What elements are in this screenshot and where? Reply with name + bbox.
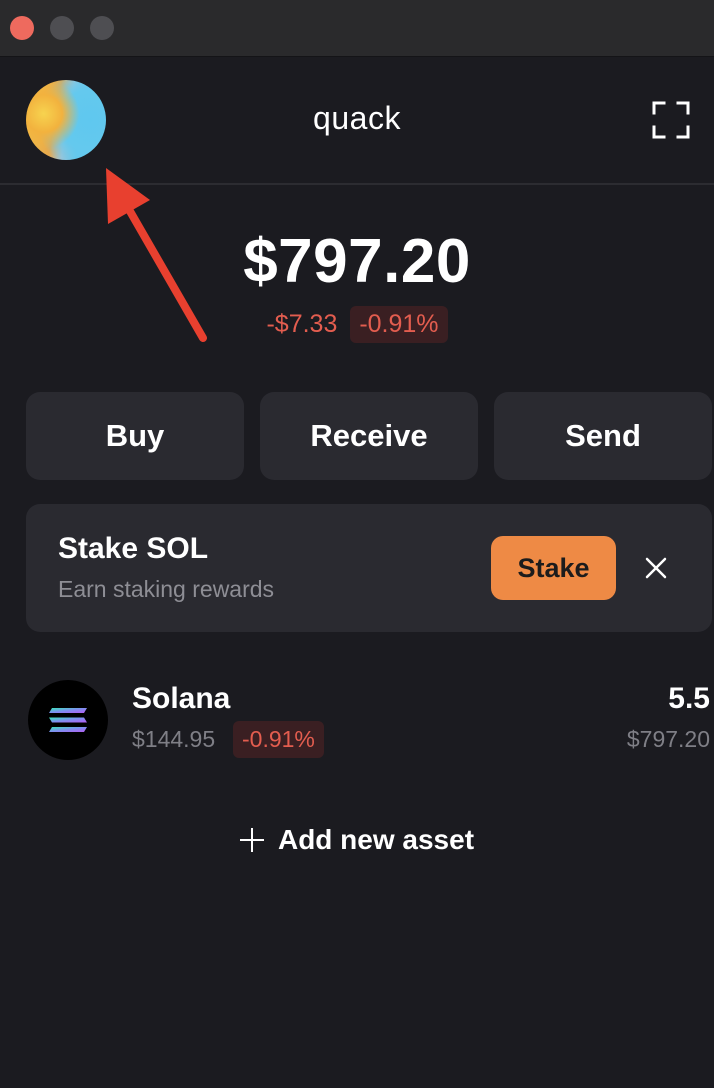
add-new-asset-label: Add new asset	[277, 824, 475, 855]
wallet-header: quack	[0, 58, 714, 185]
solana-logo-icon	[28, 680, 108, 760]
asset-value: $797.20	[626, 726, 710, 752]
plus-icon	[239, 828, 264, 852]
stake-subtitle: Earn staking rewards	[58, 576, 275, 602]
add-new-asset-button[interactable]: Add new asset	[0, 824, 714, 856]
expand-icon	[652, 101, 690, 139]
balance-change-percent: -0.91%	[350, 306, 448, 343]
balance-change-amount: -$7.33	[266, 310, 338, 338]
window-maximize-button[interactable]	[90, 16, 114, 40]
expand-button[interactable]	[652, 101, 690, 139]
asset-amount: 5.5	[668, 682, 710, 715]
stake-banner: Stake SOL Earn staking rewards Stake	[26, 504, 712, 632]
buy-button[interactable]: Buy	[26, 392, 244, 480]
stake-title: Stake SOL	[58, 532, 209, 565]
asset-price: $144.95	[132, 726, 216, 752]
close-icon	[645, 557, 667, 579]
total-balance: $797.20	[243, 227, 471, 296]
asset-change-percent: -0.91%	[233, 721, 324, 758]
receive-button[interactable]: Receive	[260, 392, 478, 480]
window-titlebar	[0, 0, 714, 57]
balance-change: -$7.33 -0.91%	[0, 306, 714, 343]
asset-row-solana[interactable]: Solana $144.95 -0.91% 5.5 $797.20	[0, 660, 714, 770]
window-close-button[interactable]	[10, 16, 34, 40]
window-minimize-button[interactable]	[50, 16, 74, 40]
asset-name: Solana	[132, 682, 231, 715]
stake-button[interactable]: Stake	[491, 536, 616, 600]
wallet-name[interactable]: quack	[0, 100, 714, 137]
send-button[interactable]: Send	[494, 392, 712, 480]
stake-banner-close-button[interactable]	[640, 552, 672, 584]
